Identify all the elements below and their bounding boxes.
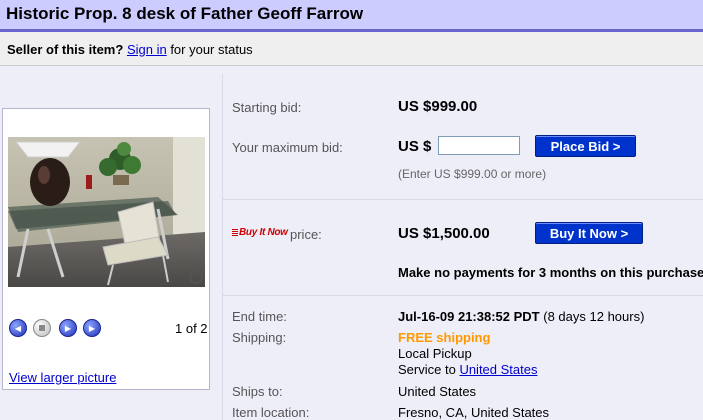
photo-pager: 1 of 2	[175, 321, 208, 336]
seller-status-line: Seller of this item? Sign in for your st…	[7, 42, 253, 57]
end-time-remaining: (8 days 12 hours)	[543, 309, 645, 324]
end-time-label: End time:	[232, 309, 287, 324]
ships-to-value: United States	[398, 384, 477, 399]
buy-it-now-logo-text: Buy It Now	[239, 227, 288, 238]
shipping-service-link[interactable]: United States	[459, 362, 537, 377]
max-bid-label: Your maximum bid:	[232, 140, 343, 155]
max-bid-currency: US $	[398, 138, 432, 155]
seller-prompt: Seller of this item?	[7, 42, 124, 57]
buy-it-now-stripes-icon	[232, 228, 238, 236]
next-photo-icon[interactable]: ▶	[83, 319, 101, 337]
title-bar: Historic Prop. 8 desk of Father Geoff Fa…	[0, 0, 703, 32]
buy-it-now-price-value: US $1,500.00	[398, 225, 490, 242]
seller-bar: Seller of this item? Sign in for your st…	[0, 32, 703, 66]
item-location-value: Fresno, CA, United States	[398, 405, 550, 420]
desk-photo-image	[8, 137, 205, 287]
local-pickup: Local Pickup	[398, 346, 472, 361]
column-divider	[222, 74, 223, 420]
play-icon[interactable]: ▶	[59, 319, 77, 337]
place-bid-button[interactable]: Place Bid >	[535, 135, 636, 157]
section-divider	[222, 199, 703, 200]
shipping-label: Shipping:	[232, 330, 287, 345]
shipping-service-prefix: Service to	[398, 362, 456, 377]
details-divider	[222, 295, 703, 296]
buy-it-now-price-label: price:	[290, 227, 322, 242]
bid-hint: (Enter US $999.00 or more)	[398, 167, 547, 181]
first-photo-icon[interactable]: ◀	[9, 319, 27, 337]
buy-it-now-logo: Buy It Now	[232, 227, 288, 238]
stop-slideshow-icon[interactable]	[33, 319, 51, 337]
free-shipping: FREE shipping	[398, 330, 491, 345]
photo-panel: ◀ ▶ ▶ 1 of 2 View larger picture	[2, 108, 210, 390]
starting-bid-value: US $999.00	[398, 98, 478, 115]
end-time-value: Jul-16-09 21:38:52 PDT	[398, 309, 540, 324]
ships-to-label: Ships to:	[232, 384, 283, 399]
item-location-label: Item location:	[232, 405, 310, 420]
buy-it-now-button[interactable]: Buy It Now >	[535, 222, 643, 244]
payment-promo: Make no payments for 3 months on this pu…	[398, 265, 703, 280]
sign-in-link[interactable]: Sign in	[127, 42, 167, 57]
end-time-line: Jul-16-09 21:38:52 PDT (8 days 12 hours)	[398, 309, 644, 324]
view-larger-link[interactable]: View larger picture	[9, 370, 116, 385]
shipping-service-line: Service to United States	[398, 362, 537, 377]
seller-suffix: for your status	[170, 42, 253, 57]
max-bid-input[interactable]	[438, 136, 520, 155]
page-title: Historic Prop. 8 desk of Father Geoff Fa…	[6, 4, 364, 23]
item-photo[interactable]	[8, 137, 205, 287]
starting-bid-label: Starting bid:	[232, 100, 302, 115]
